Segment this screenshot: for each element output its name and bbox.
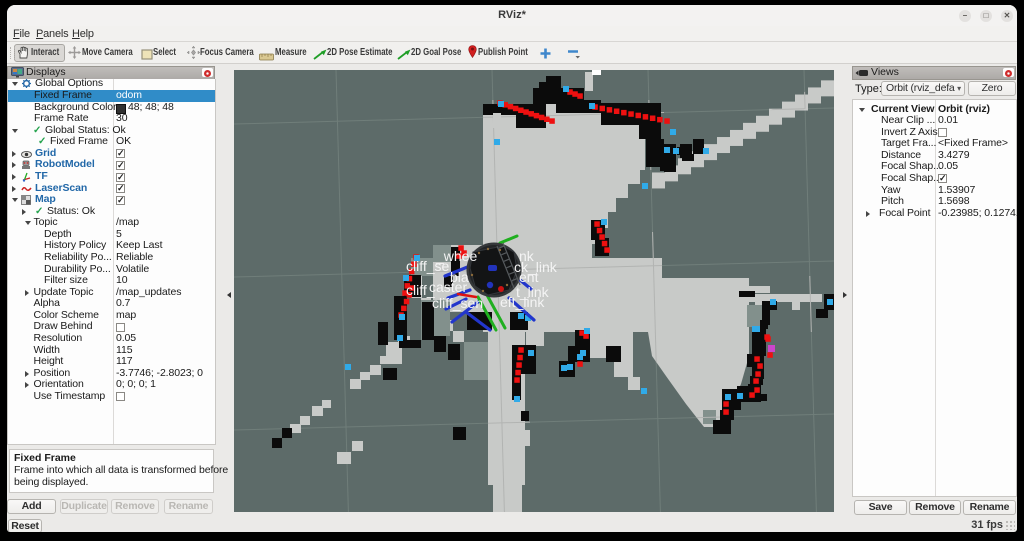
svg-text:cliff_sen: cliff_sen [432, 295, 483, 311]
svg-text:caster: caster [429, 279, 467, 295]
svg-text:cliff_se: cliff_se [406, 258, 450, 274]
svg-text:eft_link: eft_link [500, 294, 545, 310]
svg-text:ent: ent [519, 269, 539, 285]
